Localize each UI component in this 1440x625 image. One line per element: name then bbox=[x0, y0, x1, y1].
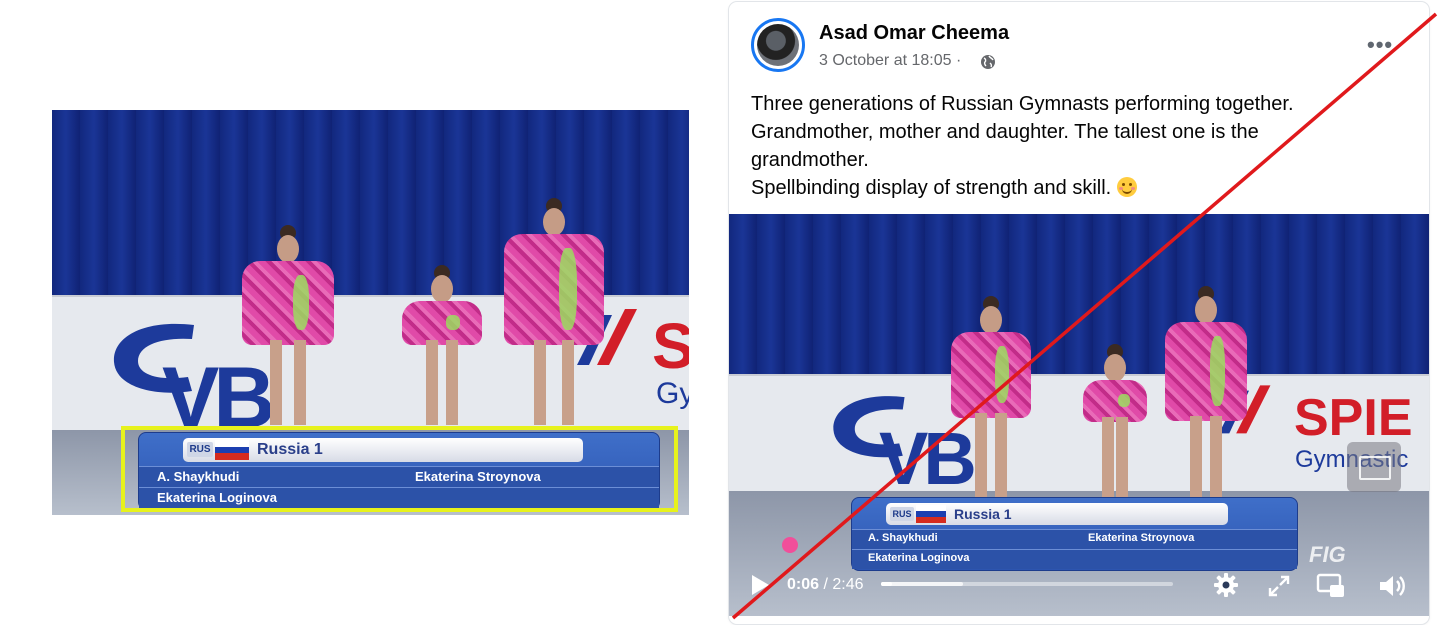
miniplayer-icon[interactable] bbox=[1316, 572, 1346, 600]
gymnast-middle bbox=[1083, 344, 1147, 502]
banner-swoosh-icon bbox=[113, 323, 194, 393]
highlight-box bbox=[121, 426, 678, 512]
video-time: 0:06 / 2:46 bbox=[787, 576, 864, 594]
reaction-dot bbox=[782, 537, 798, 553]
team-name: Russia 1 bbox=[954, 506, 1012, 522]
play-icon[interactable] bbox=[749, 573, 771, 597]
author-avatar[interactable] bbox=[751, 18, 805, 72]
author-name[interactable]: Asad Omar Cheema bbox=[819, 22, 1009, 45]
athlete-name-2: Ekaterina Stroynova bbox=[1088, 532, 1195, 544]
post-text: Three generations of Russian Gymnasts pe… bbox=[751, 90, 1411, 202]
gymnast-middle bbox=[402, 265, 482, 425]
athlete-name-3: Ekaterina Loginova bbox=[868, 552, 970, 564]
progress-played bbox=[881, 582, 892, 586]
globe-icon bbox=[981, 55, 995, 69]
post-text-line: Spellbinding display of strength and ski… bbox=[751, 177, 1112, 199]
post-text-line: grandmother. bbox=[751, 149, 869, 171]
score-lower-third: RUS Russia 1 A. Shaykhudi Ekaterina Stro… bbox=[851, 497, 1298, 571]
video-player[interactable]: VB SPIE Gymnastic RUS Russia 1 A. bbox=[729, 214, 1429, 616]
banner-red-text: SPIE bbox=[1294, 389, 1413, 447]
post-text-line: Three generations of Russian Gymnasts pe… bbox=[751, 93, 1294, 115]
duration: / 2:46 bbox=[819, 576, 864, 593]
post-timestamp[interactable]: 3 October at 18:05 · bbox=[819, 52, 961, 70]
post-text-line-emoji: Spellbinding display of strength and ski… bbox=[751, 174, 1411, 202]
banner-red-text: S bbox=[652, 310, 689, 382]
fullscreen-icon[interactable] bbox=[1267, 574, 1291, 598]
more-options-icon[interactable]: ••• bbox=[1367, 32, 1393, 58]
gymnast-right bbox=[1165, 286, 1247, 501]
gymnast-left bbox=[242, 225, 334, 425]
gymnast-right bbox=[504, 198, 604, 425]
country-code-tag: RUS bbox=[890, 507, 914, 521]
gymnast-left bbox=[951, 296, 1031, 498]
blue-curtain bbox=[729, 214, 1429, 389]
pip-overlay-icon[interactable] bbox=[1347, 442, 1401, 492]
settings-gear-icon[interactable] bbox=[1212, 571, 1240, 599]
progress-bar[interactable] bbox=[881, 582, 1173, 586]
sponsor-banner: VB SPIE Gymnastic bbox=[729, 374, 1429, 500]
progress-buffered bbox=[881, 582, 963, 586]
fig-watermark: FIG bbox=[1309, 542, 1346, 567]
russia-flag-icon bbox=[916, 505, 946, 523]
smiling-emoji-icon bbox=[1116, 177, 1137, 197]
facebook-post: Asad Omar Cheema 3 October at 18:05 · ••… bbox=[729, 2, 1429, 624]
banner-sub-text: Gy bbox=[656, 377, 689, 410]
post-text-line: Grandmother, mother and daughter. The ta… bbox=[751, 121, 1259, 143]
volume-icon[interactable] bbox=[1377, 572, 1407, 600]
athlete-name-1: A. Shaykhudi bbox=[868, 532, 938, 544]
current-time: 0:06 bbox=[787, 576, 820, 593]
